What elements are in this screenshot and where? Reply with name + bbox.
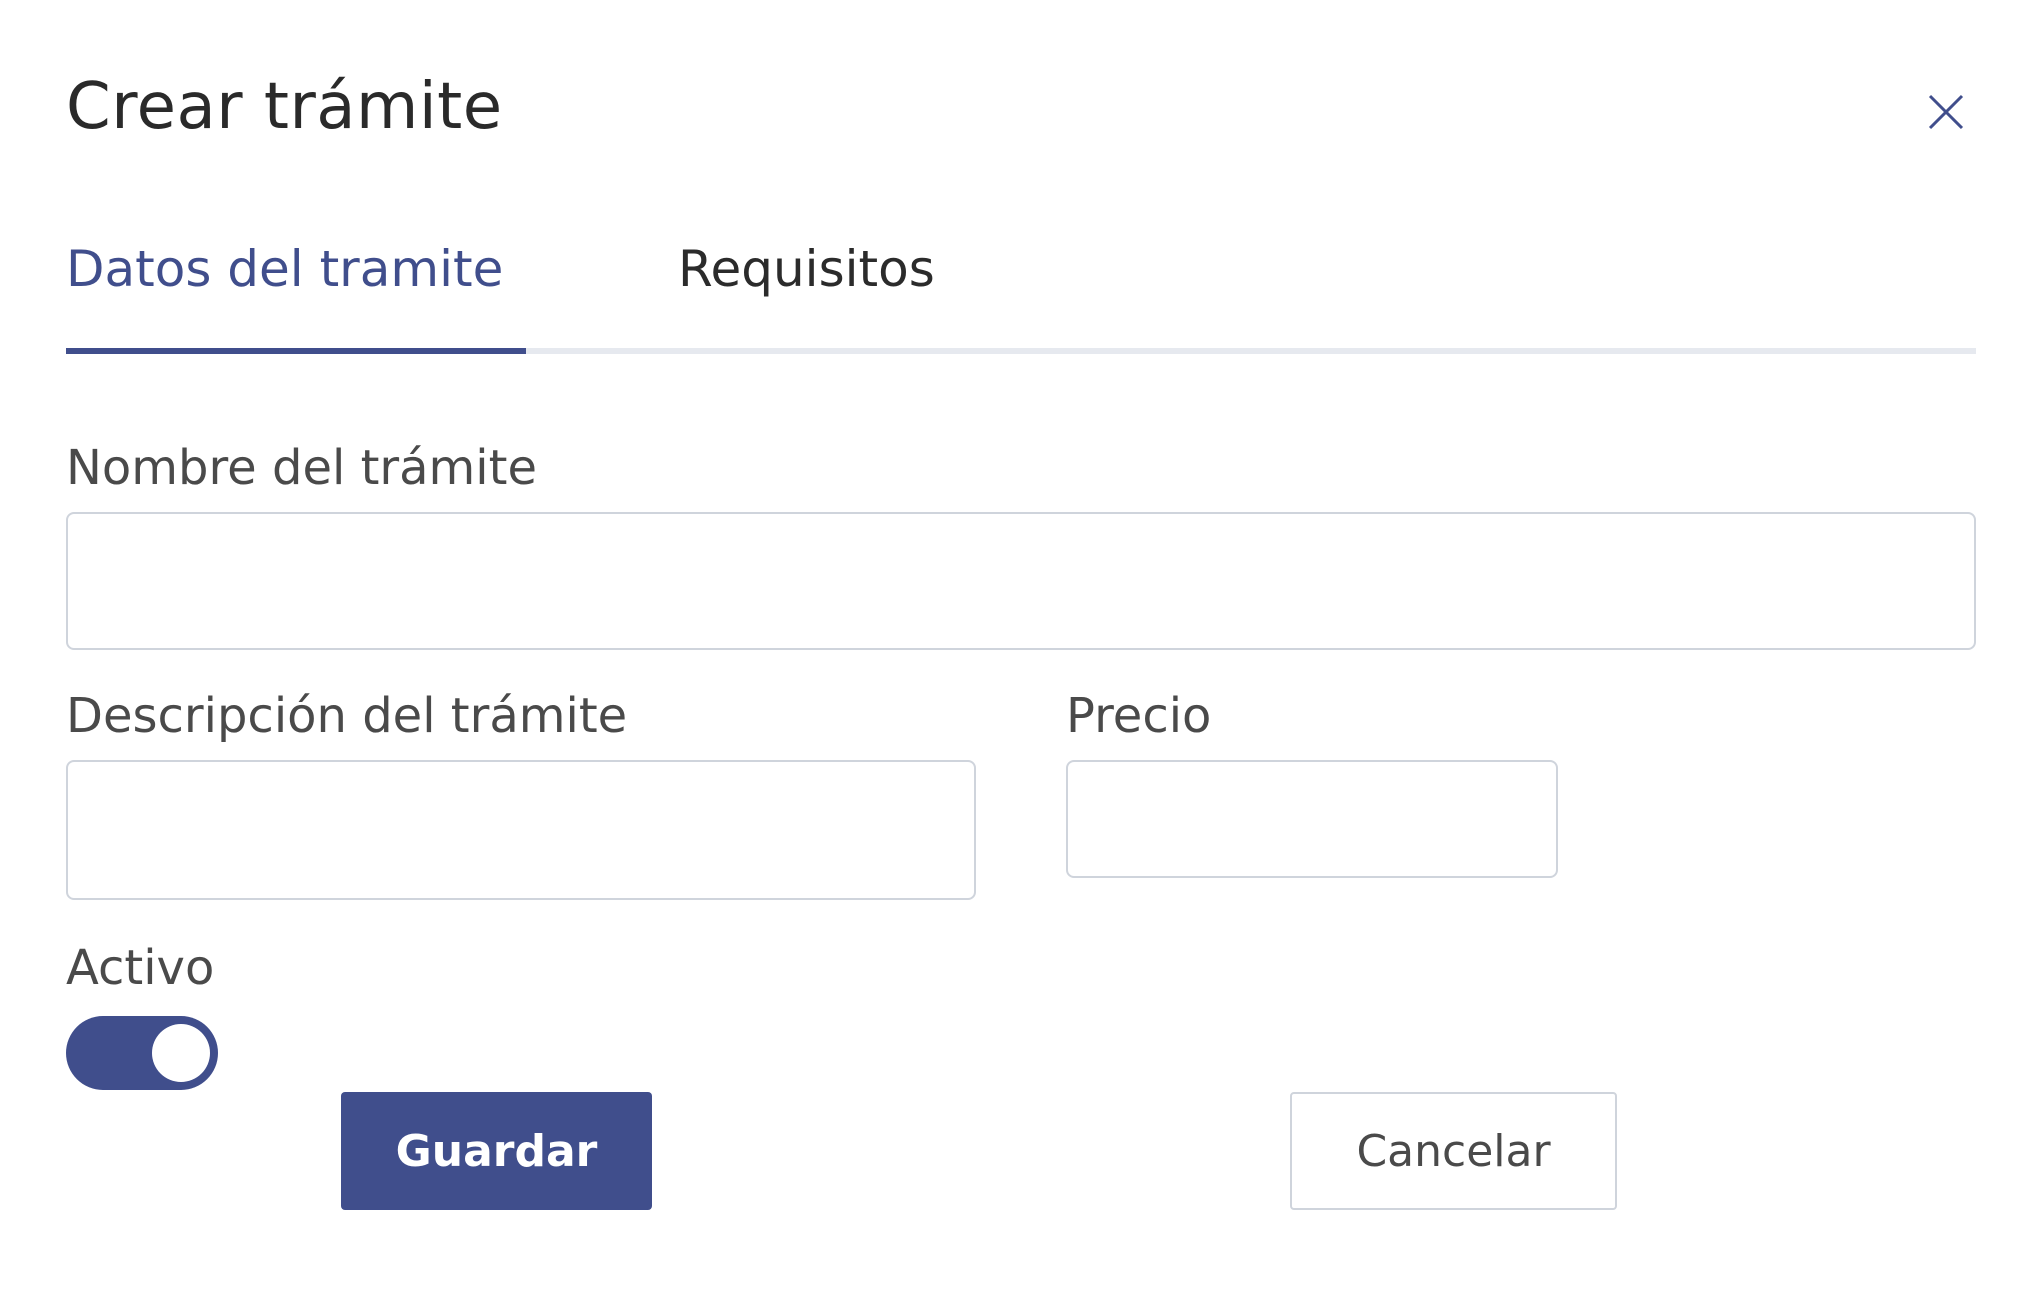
descripcion-input[interactable] [66, 760, 976, 900]
dialog-title: Crear trámite [66, 70, 503, 144]
tab-requisitos[interactable]: Requisitos [678, 240, 935, 298]
precio-input[interactable] [1066, 760, 1558, 878]
save-button[interactable]: Guardar [341, 1092, 652, 1210]
active-tab-indicator [66, 348, 526, 354]
close-icon [1928, 94, 1964, 130]
descripcion-label: Descripción del trámite [66, 688, 628, 744]
nombre-input[interactable] [66, 512, 1976, 650]
activo-toggle[interactable] [66, 1016, 218, 1090]
cancel-button[interactable]: Cancelar [1290, 1092, 1617, 1210]
nombre-label: Nombre del trámite [66, 440, 537, 496]
close-button[interactable] [1918, 84, 1974, 140]
create-procedure-dialog: Crear trámite Datos del tramite Requisit… [0, 0, 2035, 1312]
toggle-knob [152, 1024, 210, 1082]
tab-datos-del-tramite[interactable]: Datos del tramite [66, 240, 503, 298]
precio-label: Precio [1066, 688, 1212, 744]
activo-label: Activo [66, 940, 215, 996]
tab-bar: Datos del tramite Requisitos [66, 232, 1976, 354]
